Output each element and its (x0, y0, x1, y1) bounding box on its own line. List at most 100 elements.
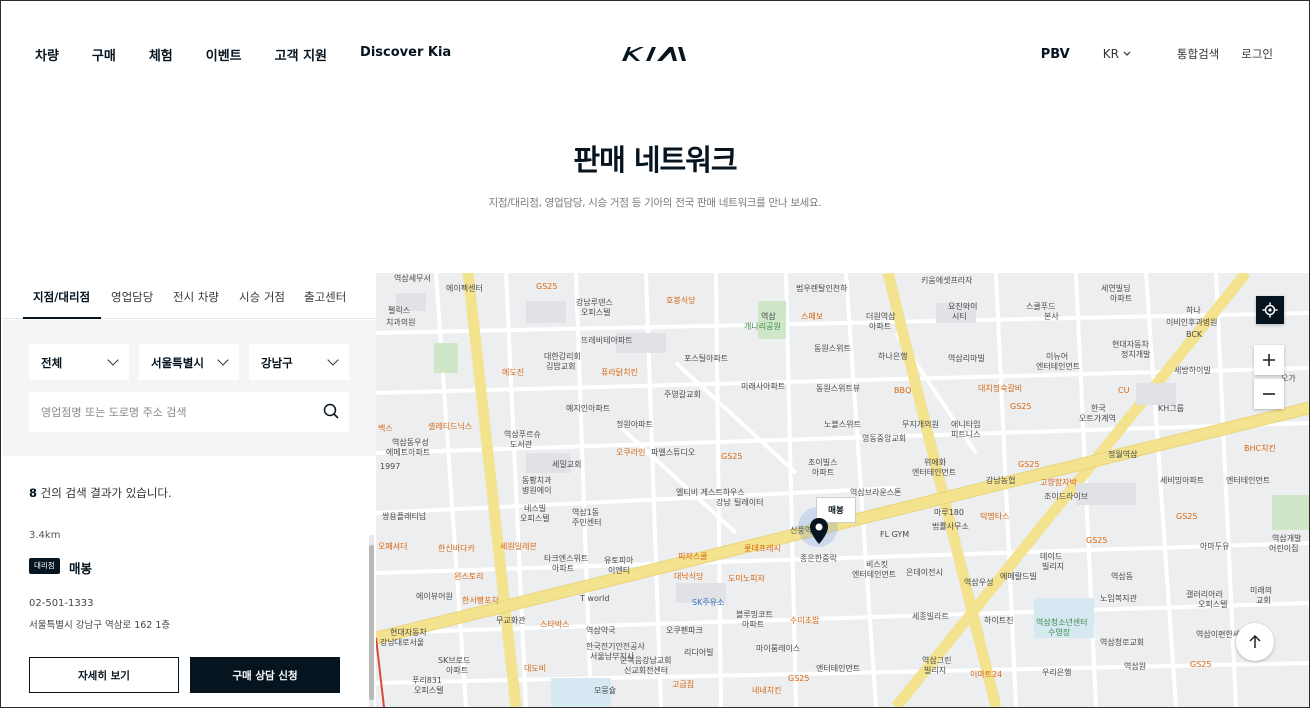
map-label: 위에화 (924, 458, 947, 467)
search-box (29, 392, 349, 432)
type-select[interactable]: 전체 (29, 344, 129, 380)
map-label: 피트니스 (951, 430, 981, 439)
map-label: 고급집 (672, 680, 695, 689)
map-label: FL GYM (880, 530, 910, 539)
map-label: 대한감리회 (544, 352, 581, 361)
map-label: 역삼청로교회 (1100, 638, 1145, 647)
map-label: 역삼1동 (572, 508, 600, 517)
map-label: 스타박스 (540, 620, 570, 629)
map-label: 포스틸아파트 (684, 354, 729, 363)
scrollbar-thumb[interactable] (369, 545, 374, 700)
login-link[interactable]: 로그인 (1241, 46, 1273, 62)
purchase-consult-button[interactable]: 구매 상담 신청 (190, 657, 340, 693)
city-select-value: 서울특별시 (151, 356, 204, 370)
map-label: 역삼 (761, 312, 776, 321)
zoom-out-button[interactable] (1254, 379, 1284, 409)
map-label: 한국전기안전공사 (586, 642, 645, 651)
map-view[interactable]: 역삼세무서 에이펙센터 GS25 강남루덴스 오피스텔 호봉식당 범우렌탈인천하… (376, 273, 1309, 707)
map-label: 역삼우성 (964, 578, 994, 587)
map-label: 강남농협 (986, 476, 1016, 485)
map-label: 아파트 (446, 666, 469, 675)
map-label: GS25 (1010, 402, 1032, 411)
dealer-type-badge: 대리점 (29, 558, 60, 574)
result-count-number: 8 (29, 486, 38, 500)
nav-purchase[interactable]: 구매 (92, 45, 116, 64)
map-label: 예지인아파트 (566, 404, 611, 413)
map-label: 엔터테인먼트 (912, 468, 957, 477)
view-detail-button[interactable]: 자세히 보기 (29, 657, 179, 693)
map-label: 주민센터 (572, 518, 602, 527)
tab-test-drive[interactable]: 시승 거점 (239, 289, 285, 305)
map-label: GS25 (1190, 660, 1212, 669)
nav-experience[interactable]: 체험 (149, 45, 173, 64)
map-label: 이비인후과병원 (1166, 318, 1218, 327)
map-label: 타크엔스위트 (544, 554, 589, 563)
zoom-in-button[interactable] (1254, 345, 1284, 375)
nav-events[interactable]: 이벤트 (206, 45, 242, 64)
my-location-button[interactable] (1256, 296, 1284, 324)
map-label: 무지개의원 (902, 420, 939, 429)
locate-icon (1262, 302, 1278, 318)
map-label: GS25 (536, 282, 558, 291)
map-label: 오피스텔 (520, 514, 550, 523)
search-icon[interactable] (323, 403, 339, 419)
scroll-top-button[interactable] (1236, 623, 1274, 661)
nav-pbv[interactable]: PBV (1041, 47, 1070, 62)
map-label: 범우렌탈인천하 (796, 284, 848, 293)
map-label: 틸레이터 (734, 498, 764, 507)
map-label: 더원역삼 (866, 312, 896, 321)
map-label: 한신바다카 (438, 544, 475, 553)
map-label: 한서빵포차 (462, 596, 499, 605)
map-pin-icon[interactable] (809, 517, 829, 545)
map-label: 노블스위트 (824, 420, 861, 429)
map-label: 정치개발 (1121, 350, 1151, 359)
district-select[interactable]: 강남구 (249, 344, 349, 380)
map-label: 대낙식당 (674, 572, 704, 581)
map-label: 조이빌스 (808, 458, 838, 467)
nav-vehicles[interactable]: 차량 (35, 45, 59, 64)
map-label: 종은한중락 (800, 554, 837, 563)
tab-delivery-center[interactable]: 출고센터 (304, 289, 346, 305)
search-input[interactable] (29, 392, 319, 432)
tab-sales-reps[interactable]: 영업담당 (111, 289, 153, 305)
map-label: 갤러리아라 (1186, 590, 1223, 599)
map-label: 에메트아파트 (386, 448, 431, 457)
map-label: 백스 (378, 424, 393, 433)
map-label: 무교화관 (496, 616, 526, 625)
map-label: 파엘스튜디오 (651, 448, 696, 457)
map-label: 법률사무소 (932, 522, 969, 531)
app-window: 차량 구매 체험 이벤트 고객 지원 Discover Kia PBV KR 통… (0, 0, 1310, 708)
map-label: 치과의원 (386, 318, 416, 327)
tab-bar: 지점/대리점 영업담당 전시 차량 시승 거점 출고센터 (3, 273, 376, 319)
city-select[interactable]: 서울특별시 (139, 344, 239, 380)
page-description: 지점/대리점, 영업담당, 시승 거점 등 기아의 전국 판매 네트워크를 만나… (488, 197, 822, 209)
map-label: GS25 (721, 452, 743, 461)
map-label: 아파트 (1110, 294, 1133, 303)
filter-panel: 전체 서울특별시 강남구 (3, 320, 376, 456)
nav-support[interactable]: 고객 지원 (275, 45, 327, 64)
map-label: KH그룹 (1158, 404, 1184, 413)
dealer-name[interactable]: 매봉 (69, 558, 92, 577)
chevron-down-icon (1123, 51, 1131, 56)
tab-display-cars[interactable]: 전시 차량 (173, 289, 219, 305)
map-label: 블루밍코트 (736, 610, 773, 619)
language-label: KR (1102, 47, 1119, 61)
map-label: CU (1118, 386, 1130, 395)
map-label: T world (580, 594, 610, 603)
kia-logo[interactable] (620, 45, 690, 63)
map-label: 강남루덴스 (576, 298, 613, 307)
map-label: 동황치과 (522, 476, 552, 485)
integrated-search-link[interactable]: 통합검색 (1177, 46, 1219, 62)
map-label: 마이룸레이스 (756, 644, 801, 653)
map-label: 엔터테인먼트 (1036, 362, 1081, 371)
map-label: 에도진 (502, 368, 525, 377)
main-menu: 차량 구매 체험 이벤트 고객 지원 Discover Kia (35, 45, 484, 64)
nav-discover-kia[interactable]: Discover Kia (360, 45, 451, 64)
map-label: 정원아파트 (616, 420, 653, 429)
language-select[interactable]: KR (1103, 47, 1131, 61)
tab-branches[interactable]: 지점/대리점 (33, 289, 90, 305)
map-label: 대도비 (524, 664, 547, 673)
map-label: 1997 (380, 462, 401, 471)
map-label: 세방하이빌 (1174, 366, 1211, 375)
map-label: 하나은행 (878, 352, 908, 361)
